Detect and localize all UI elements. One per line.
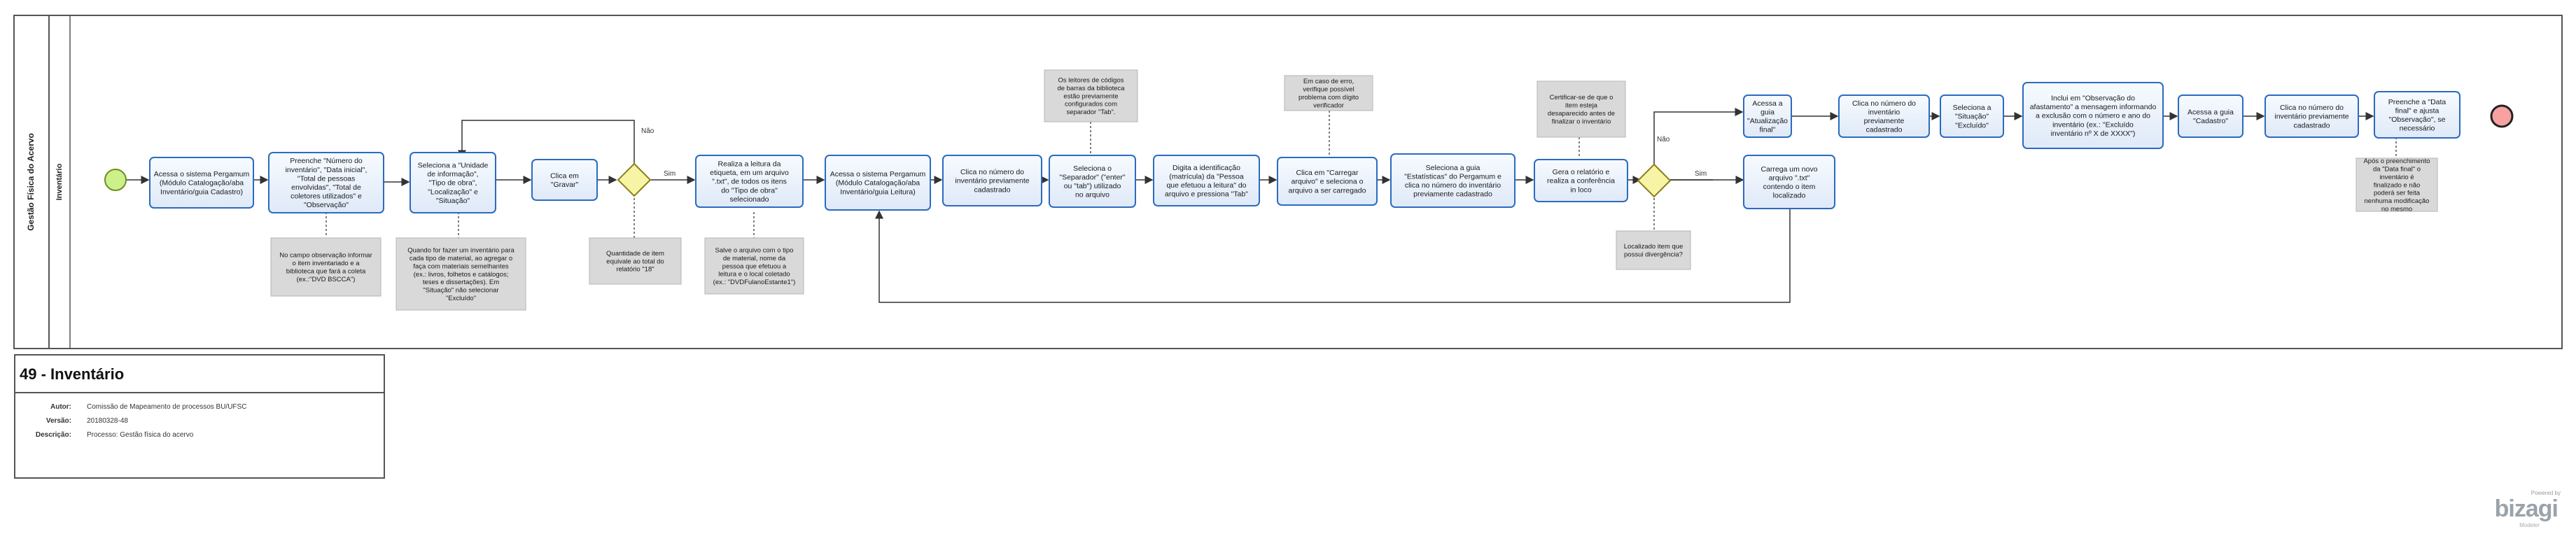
task-t5: Realiza a leitura da etiqueta, em um arqu… [695, 155, 804, 208]
annotation-a7: Certificar-se de que o item esteja desapar… [1536, 80, 1626, 138]
task-t9: Digita a identificação (matrícula) da "Pe… [1153, 155, 1260, 206]
brand-name: bizagi [2494, 496, 2558, 522]
annotation-label-a8: Localizado item que possui divergência? [1624, 243, 1684, 258]
annotation-a2: Quando for fazer um inventário para cada … [396, 237, 526, 311]
task-t6: Acessa o sistema Pergamum (Módulo Catalog… [825, 155, 931, 211]
info-divider [15, 392, 384, 393]
gw2-yes-label: Sim [1695, 170, 1707, 178]
annotation-label-a9: Após o preenchimento da "Data final" o inv… [2363, 157, 2430, 213]
task-t13: Acessa a guia "Atualização final" [1743, 94, 1792, 138]
task-t14: Carrega um novo arquivo ".txt" contendo o … [1743, 155, 1835, 209]
gw1-no-label: Não [641, 127, 654, 135]
author-value: Comissão de Mapeamento de processos BU/U… [87, 403, 247, 411]
task-t11: Seleciona a guia "Estatísticas" do Pergam… [1390, 153, 1516, 208]
gw2-no-label: Não [1657, 136, 1670, 143]
annotation-label-a7: Certificar-se de que o item esteja desapar… [1548, 94, 1615, 125]
annotation-label-a5: Os leitores de códigos de barras da bibli… [1057, 77, 1125, 117]
task-label-t9: Digita a identificação (matrícula) da "Pe… [1165, 164, 1248, 199]
task-t20: Preenche a "Data final" e ajusta "Observaç… [2374, 91, 2460, 139]
task-t19: Clica no número do inventário previamente… [2264, 94, 2359, 138]
task-t2: Preenche "Número do inventário", "Data in… [268, 152, 384, 213]
bizagi-logo: Powered by bizagi Modeler [2484, 490, 2561, 532]
annotation-a6: Em caso de erro, verifique possível proble… [1284, 75, 1373, 111]
version-value: 20180328-48 [87, 417, 128, 425]
gw1-yes-label: Sim [664, 170, 676, 178]
task-label-t4: Clica em "Gravar" [550, 171, 579, 189]
annotation-a8: Localizado item que possui divergência? [1616, 230, 1691, 270]
task-t18: Acessa a guia "Cadastro" [2178, 94, 2244, 138]
task-t17: Inclui em "Observação do afastamento" a m… [2022, 82, 2164, 149]
lane-label: Inventário [55, 163, 64, 200]
annotation-label-a2: Quando for fazer um inventário para cada … [407, 247, 514, 302]
annotation-a3: Quantidade de item equivale ao total do re… [589, 237, 682, 285]
start-event [104, 169, 127, 191]
task-t7: Clica no número do inventário previamente… [942, 155, 1042, 206]
annotation-a5: Os leitores de códigos de barras da bibli… [1044, 69, 1138, 122]
description-value: Processo: Gestão física do acervo [87, 431, 194, 439]
annotation-a9: Após o preenchimento da "Data final" o inv… [2356, 157, 2438, 213]
brand-sub: Modeler [2519, 522, 2540, 528]
author-key: Autor: [50, 403, 71, 411]
task-t4: Clica em "Gravar" [531, 159, 598, 201]
task-t10: Clica em "Carregar arquivo" e seleciona o… [1277, 157, 1378, 206]
task-t16: Seleciona a "Situação" "Excluído" [1940, 94, 2004, 138]
end-event [2490, 104, 2514, 128]
process-title: 49 - Inventário [20, 365, 125, 383]
annotation-a4: Salve o arquivo com o tipo de material, n… [704, 237, 804, 295]
task-t1: Acessa o sistema Pergamum (Módulo Catalog… [149, 157, 254, 209]
task-label-t6: Acessa o sistema Pergamum (Módulo Catalog… [830, 170, 926, 196]
task-label-t10: Clica em "Carregar arquivo" e seleciona o… [1289, 169, 1366, 195]
description-key: Descrição: [35, 431, 71, 439]
task-t8: Seleciona o "Separador" ("enter" ou "tab")… [1049, 155, 1136, 208]
annotation-label-a4: Salve o arquivo com o tipo de material, n… [713, 247, 796, 287]
task-label-t18: Acessa a guia "Cadastro" [2188, 108, 2234, 125]
version-key: Versão: [46, 417, 71, 425]
process-info-panel: 49 - Inventário Autor: Comissão de Mapea… [14, 354, 385, 479]
task-t12: Gera o relatório e realiza a conferência i… [1534, 159, 1628, 202]
annotation-a1: No campo observação informar o item inven… [270, 237, 382, 297]
task-t3: Seleciona a "Unidade de informação", "Tipo… [410, 152, 496, 213]
task-label-t1: Acessa o sistema Pergamum (Módulo Catalog… [154, 170, 250, 196]
task-t15: Clica no número do inventário previamente c… [1838, 94, 1930, 138]
task-label-t16: Seleciona a "Situação" "Excluído" [1953, 104, 1991, 129]
pool-label: Gestão Física do Acervo [26, 133, 36, 231]
